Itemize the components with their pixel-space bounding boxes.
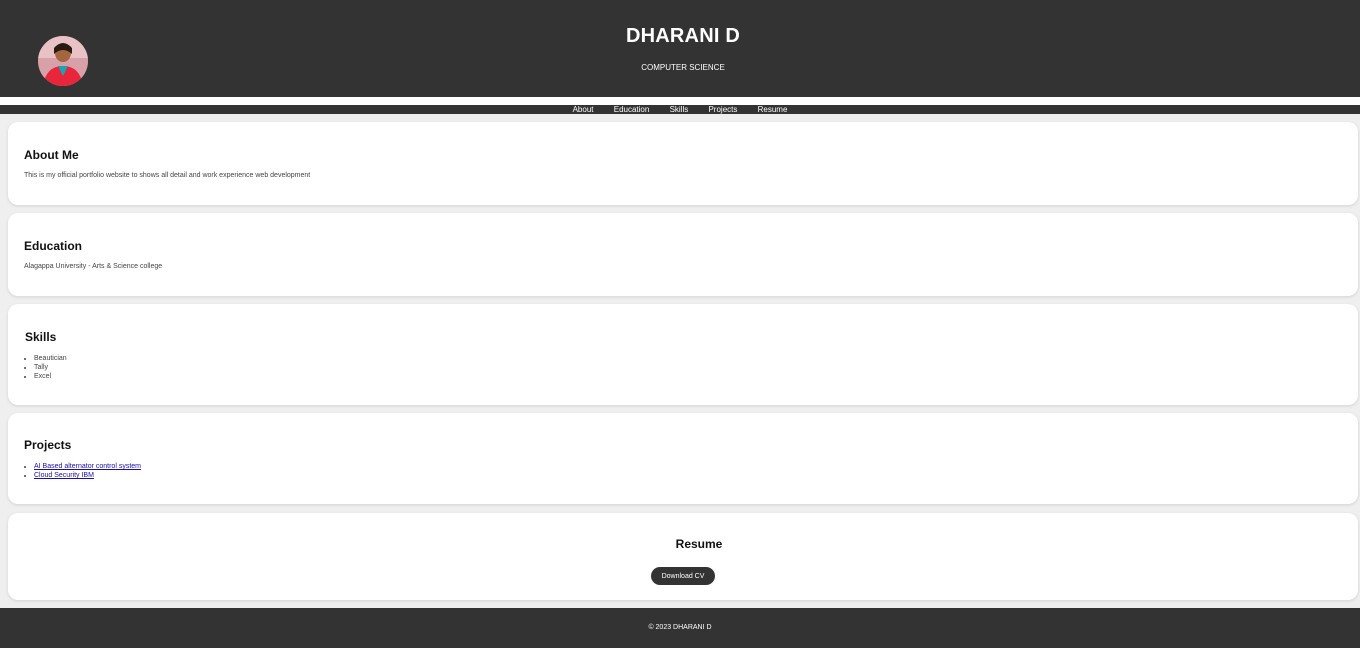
projects-heading: Projects: [24, 438, 72, 452]
site-footer: © 2023 DHARANI D: [0, 608, 1360, 648]
nav-link-projects[interactable]: Projects: [708, 105, 737, 114]
main-nav: About Education Skills Projects Resume: [0, 105, 1360, 114]
resume-heading: Resume: [675, 537, 723, 551]
about-section: About Me This is my official portfolio w…: [8, 122, 1358, 205]
nav-link-skills[interactable]: Skills: [670, 105, 689, 114]
list-item: AI Based alternator control system: [34, 462, 141, 471]
skills-section: Skills Beautician Tally Excel: [8, 304, 1358, 405]
nav-link-about[interactable]: About: [573, 105, 594, 114]
list-item: Excel: [34, 372, 67, 381]
site-title: DHARANI D: [625, 25, 741, 47]
projects-list: AI Based alternator control system Cloud…: [34, 462, 141, 480]
project-link-cloud-security[interactable]: Cloud Security IBM: [34, 472, 94, 479]
list-item: Cloud Security IBM: [34, 471, 141, 480]
list-item: Tally: [34, 363, 67, 372]
project-link-ai-alternator[interactable]: AI Based alternator control system: [34, 463, 141, 470]
site-subtitle: COMPUTER SCIENCE: [641, 63, 725, 72]
resume-section: Resume Download CV: [8, 513, 1358, 600]
nav-link-resume[interactable]: Resume: [758, 105, 788, 114]
projects-section: Projects AI Based alternator control sys…: [8, 413, 1358, 504]
header-divider: [0, 97, 1360, 105]
about-heading: About Me: [24, 148, 79, 162]
download-cv-button[interactable]: Download CV: [651, 567, 715, 585]
about-text: This is my official portfolio website to…: [24, 172, 311, 179]
nav-link-education[interactable]: Education: [614, 105, 650, 114]
education-heading: Education: [24, 239, 83, 253]
education-section: Education Alagappa University - Arts & S…: [8, 213, 1358, 296]
education-text: Alagappa University - Arts & Science col…: [24, 263, 163, 270]
copyright-text: © 2023 DHARANI D: [648, 624, 712, 631]
list-item: Beautician: [34, 354, 67, 363]
site-header: DHARANI D COMPUTER SCIENCE: [0, 0, 1360, 97]
skills-heading: Skills: [25, 330, 57, 344]
skills-list: Beautician Tally Excel: [34, 354, 67, 381]
